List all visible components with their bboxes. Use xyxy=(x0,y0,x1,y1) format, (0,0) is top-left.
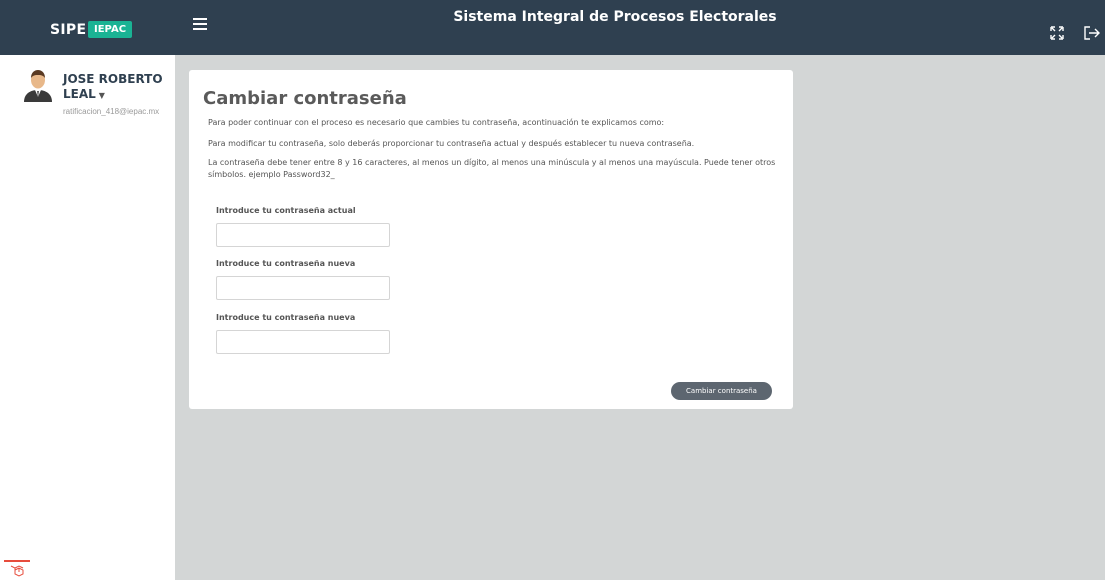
brand-badge: IEPAC xyxy=(88,21,133,38)
fullscreen-icon[interactable] xyxy=(1050,26,1064,44)
avatar[interactable] xyxy=(22,68,54,104)
change-password-card: Cambiar contraseña Para poder continuar … xyxy=(189,70,793,409)
sidebar: JOSE ROBERTO LEAL ▼ ratificacion_418@iepa… xyxy=(0,55,175,580)
instruction-text: Para poder continuar con el proceso es n… xyxy=(208,118,665,127)
change-password-button[interactable]: Cambiar contraseña xyxy=(671,382,772,400)
new-password-input[interactable] xyxy=(216,276,390,300)
current-password-input[interactable] xyxy=(216,223,390,247)
password-rules-text: La contraseña debe tener entre 8 y 16 ca… xyxy=(208,158,776,179)
new-password-label: Introduce tu contraseña nueva xyxy=(216,259,356,268)
instruction-text: Para modificar tu contraseña, solo deber… xyxy=(208,139,695,148)
user-email: ratificacion_418@iepac.mx xyxy=(63,107,160,116)
top-navbar: SIPE IEPAC Sistema Integral de Procesos … xyxy=(0,0,1105,55)
current-password-label: Introduce tu contraseña actual xyxy=(216,206,356,215)
confirm-password-label: Introduce tu contraseña nueva xyxy=(216,313,356,322)
caret-down-icon: ▼ xyxy=(98,91,105,100)
card-title: Cambiar contraseña xyxy=(203,88,407,109)
menu-icon[interactable] xyxy=(193,18,207,32)
user-name: JOSE ROBERTO LEAL xyxy=(63,72,163,101)
logout-icon[interactable] xyxy=(1084,26,1100,44)
brand[interactable]: SIPE IEPAC xyxy=(0,0,175,55)
confirm-password-input[interactable] xyxy=(216,330,390,354)
user-menu[interactable]: JOSE ROBERTO LEAL ▼ xyxy=(63,72,173,103)
app-title: Sistema Integral de Procesos Electorales xyxy=(453,9,777,25)
laravel-icon[interactable] xyxy=(4,560,30,580)
brand-name: SIPE xyxy=(50,22,87,38)
